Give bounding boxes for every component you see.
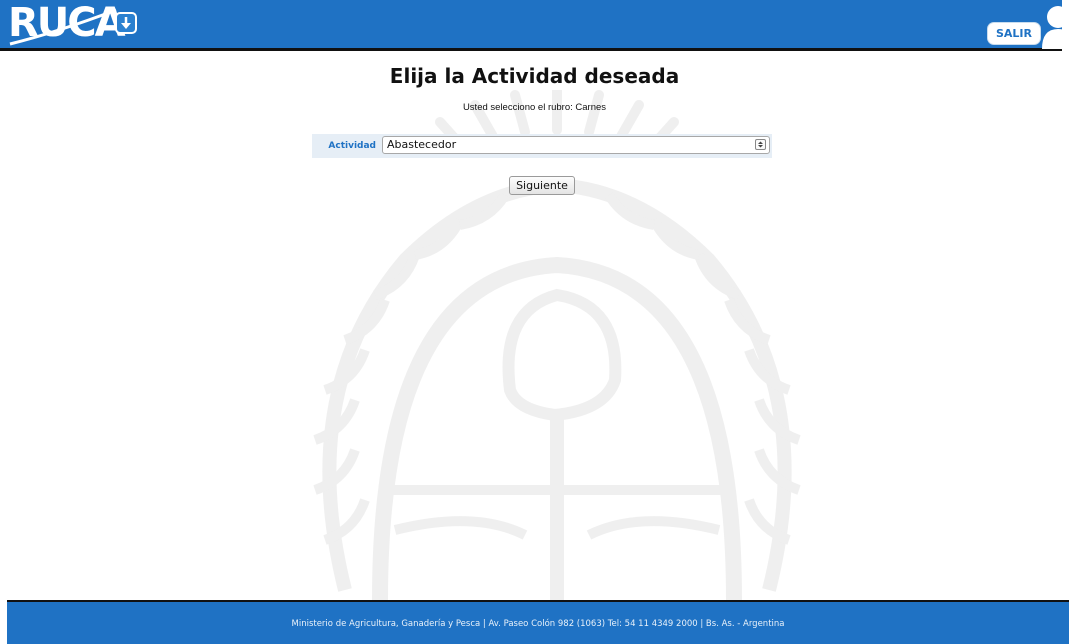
logout-button[interactable]: SALIR <box>988 23 1040 44</box>
activity-form-row: Actividad Abastecedor <box>312 134 772 158</box>
footer-bar: Ministerio de Agricultura, Ganadería y P… <box>7 600 1069 644</box>
activity-label: Actividad <box>328 141 376 151</box>
logo-text: RUCA <box>8 0 126 46</box>
coat-of-arms-watermark <box>313 90 801 600</box>
download-icon[interactable] <box>115 12 137 34</box>
user-silhouette-icon <box>1042 6 1069 49</box>
activity-select[interactable]: Abastecedor <box>382 136 770 154</box>
selected-category-text: Usted selecciono el rubro: Carnes <box>462 102 607 113</box>
select-updown-icon <box>755 139 766 150</box>
footer-text: Ministerio de Agricultura, Ganadería y P… <box>291 619 785 629</box>
activity-select-value: Abastecedor <box>387 138 457 151</box>
next-button[interactable]: Siguiente <box>509 176 575 195</box>
page-title: Elija la Actividad deseada <box>389 64 680 88</box>
page: RUCA SALIR Elija la Actividad deseada Us… <box>0 0 1069 644</box>
header-bar: RUCA SALIR <box>0 0 1069 51</box>
